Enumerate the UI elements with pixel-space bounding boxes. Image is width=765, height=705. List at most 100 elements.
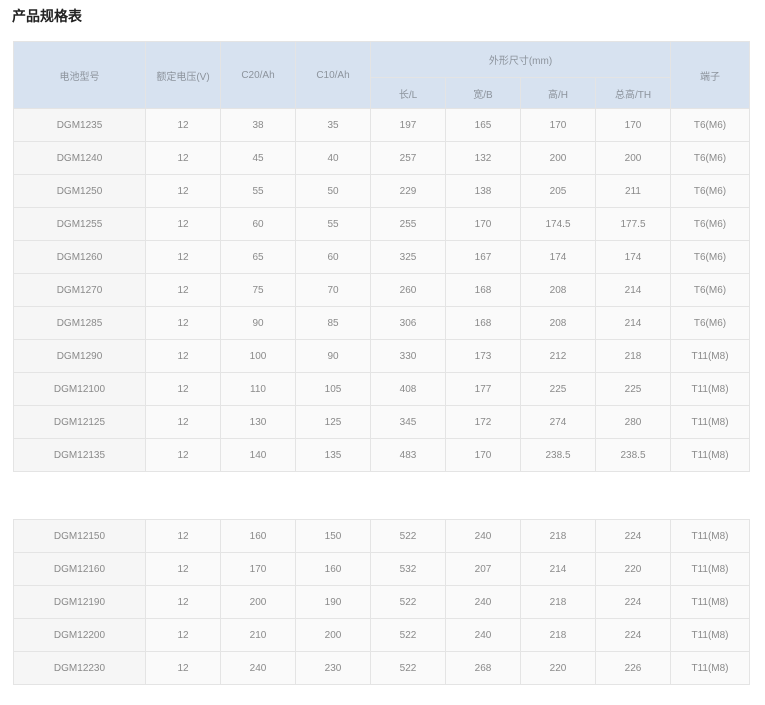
- cell-length: 197: [370, 108, 446, 142]
- cell-length: 306: [370, 306, 446, 340]
- cell-terminal: T6(M6): [670, 273, 751, 307]
- cell-height: 225: [520, 372, 596, 406]
- cell-model: DGM12135: [13, 438, 146, 472]
- cell-total-height: 177.5: [594, 207, 672, 241]
- cell-model: DGM12125: [13, 405, 146, 439]
- cell-width: 207: [445, 552, 521, 586]
- cell-height: 174: [520, 240, 596, 274]
- cell-c20: 140: [220, 438, 296, 472]
- table-row: DGM12160 12 170 160 532 207 214 220 T11(M8): [13, 552, 750, 586]
- table-row: DGM12135 12 140 135 483 170 238.5 238.5 T11(M8): [13, 438, 751, 472]
- cell-total-height: 224: [595, 585, 671, 619]
- page-title: 产品规格表: [12, 9, 82, 25]
- header-terminal: 端子: [670, 41, 751, 109]
- table-row: DGM12150 12 160 150 522 240 218 224 T11(M8): [13, 519, 750, 553]
- header-width: 宽/B: [445, 77, 521, 109]
- cell-length: 345: [370, 405, 446, 439]
- cell-height: 220: [520, 651, 596, 685]
- cell-height: 208: [520, 273, 596, 307]
- cell-height: 218: [520, 618, 596, 652]
- cell-voltage: 12: [145, 108, 221, 142]
- header-total-height: 总高/TH: [594, 77, 672, 109]
- cell-length: 260: [370, 273, 446, 307]
- table-row: DGM1290 12 100 90 330 173 212 218 T11(M8): [13, 339, 751, 373]
- spec-table: 电池型号 额定电压(V) C20/Ah C10/Ah 外形尺寸(mm) 端子 长…: [13, 41, 751, 472]
- table-body: DGM1235 12 38 35 197 165 170 170 T6(M6) DGM1240 12…: [13, 108, 751, 472]
- cell-model: DGM12230: [13, 651, 146, 685]
- cell-model: DGM12200: [13, 618, 146, 652]
- cell-total-height: 224: [595, 519, 671, 553]
- cell-c20: 100: [220, 339, 296, 373]
- cell-width: 240: [445, 618, 521, 652]
- cell-total-height: 174: [594, 240, 672, 274]
- cell-width: 173: [445, 339, 521, 373]
- cell-width: 138: [445, 174, 521, 208]
- cell-model: DGM1255: [13, 207, 146, 241]
- cell-c20: 60: [220, 207, 296, 241]
- cell-total-height: 220: [595, 552, 671, 586]
- cell-c10: 105: [295, 372, 371, 406]
- cell-model: DGM1290: [13, 339, 146, 373]
- cell-terminal: T11(M8): [670, 585, 750, 619]
- cell-length: 532: [370, 552, 446, 586]
- cell-voltage: 12: [145, 519, 221, 553]
- cell-terminal: T11(M8): [670, 372, 751, 406]
- cell-c10: 90: [295, 339, 371, 373]
- table-row: DGM12200 12 210 200 522 240 218 224 T11(M8): [13, 618, 750, 652]
- cell-terminal: T11(M8): [670, 519, 750, 553]
- cell-width: 177: [445, 372, 521, 406]
- cell-c20: 240: [220, 651, 296, 685]
- header-c10: C10/Ah: [295, 41, 371, 109]
- cell-voltage: 12: [145, 306, 221, 340]
- cell-model: DGM1240: [13, 141, 146, 175]
- cell-width: 168: [445, 273, 521, 307]
- cell-model: DGM1285: [13, 306, 146, 340]
- cell-c20: 38: [220, 108, 296, 142]
- table-row: DGM1285 12 90 85 306 168 208 214 T6(M6): [13, 306, 751, 340]
- cell-terminal: T11(M8): [670, 552, 750, 586]
- cell-voltage: 12: [145, 240, 221, 274]
- cell-height: 238.5: [520, 438, 596, 472]
- cell-terminal: T6(M6): [670, 306, 751, 340]
- cell-total-height: 238.5: [594, 438, 672, 472]
- table-row: DGM1255 12 60 55 255 170 174.5 177.5 T6(M6): [13, 207, 751, 241]
- table-body: DGM12150 12 160 150 522 240 218 224 T11(M8) DGM12…: [13, 519, 750, 685]
- header-length: 长/L: [370, 77, 446, 109]
- cell-width: 240: [445, 519, 521, 553]
- cell-c10: 125: [295, 405, 371, 439]
- cell-c20: 55: [220, 174, 296, 208]
- cell-length: 483: [370, 438, 446, 472]
- cell-model: DGM1235: [13, 108, 146, 142]
- cell-total-height: 211: [594, 174, 672, 208]
- cell-length: 255: [370, 207, 446, 241]
- cell-height: 170: [520, 108, 596, 142]
- cell-total-height: 218: [594, 339, 672, 373]
- cell-width: 165: [445, 108, 521, 142]
- cell-model: DGM1270: [13, 273, 146, 307]
- cell-voltage: 12: [145, 372, 221, 406]
- cell-terminal: T6(M6): [670, 207, 751, 241]
- cell-c10: 230: [295, 651, 371, 685]
- cell-length: 522: [370, 651, 446, 685]
- cell-length: 408: [370, 372, 446, 406]
- header-voltage: 额定电压(V): [145, 41, 221, 109]
- cell-voltage: 12: [145, 174, 221, 208]
- cell-width: 268: [445, 651, 521, 685]
- cell-model: DGM12190: [13, 585, 146, 619]
- cell-width: 167: [445, 240, 521, 274]
- cell-model: DGM1260: [13, 240, 146, 274]
- cell-height: 208: [520, 306, 596, 340]
- table-row: DGM12100 12 110 105 408 177 225 225 T11(M8): [13, 372, 751, 406]
- cell-length: 257: [370, 141, 446, 175]
- header-height: 高/H: [520, 77, 596, 109]
- cell-width: 240: [445, 585, 521, 619]
- cell-voltage: 12: [145, 339, 221, 373]
- table-header: 电池型号 额定电压(V) C20/Ah C10/Ah 外形尺寸(mm) 端子 长…: [13, 41, 751, 109]
- cell-terminal: T11(M8): [670, 651, 750, 685]
- cell-total-height: 225: [594, 372, 672, 406]
- cell-c10: 200: [295, 618, 371, 652]
- cell-width: 132: [445, 141, 521, 175]
- cell-c10: 135: [295, 438, 371, 472]
- table-row: DGM1235 12 38 35 197 165 170 170 T6(M6): [13, 108, 751, 142]
- table-row: DGM1240 12 45 40 257 132 200 200 T6(M6): [13, 141, 751, 175]
